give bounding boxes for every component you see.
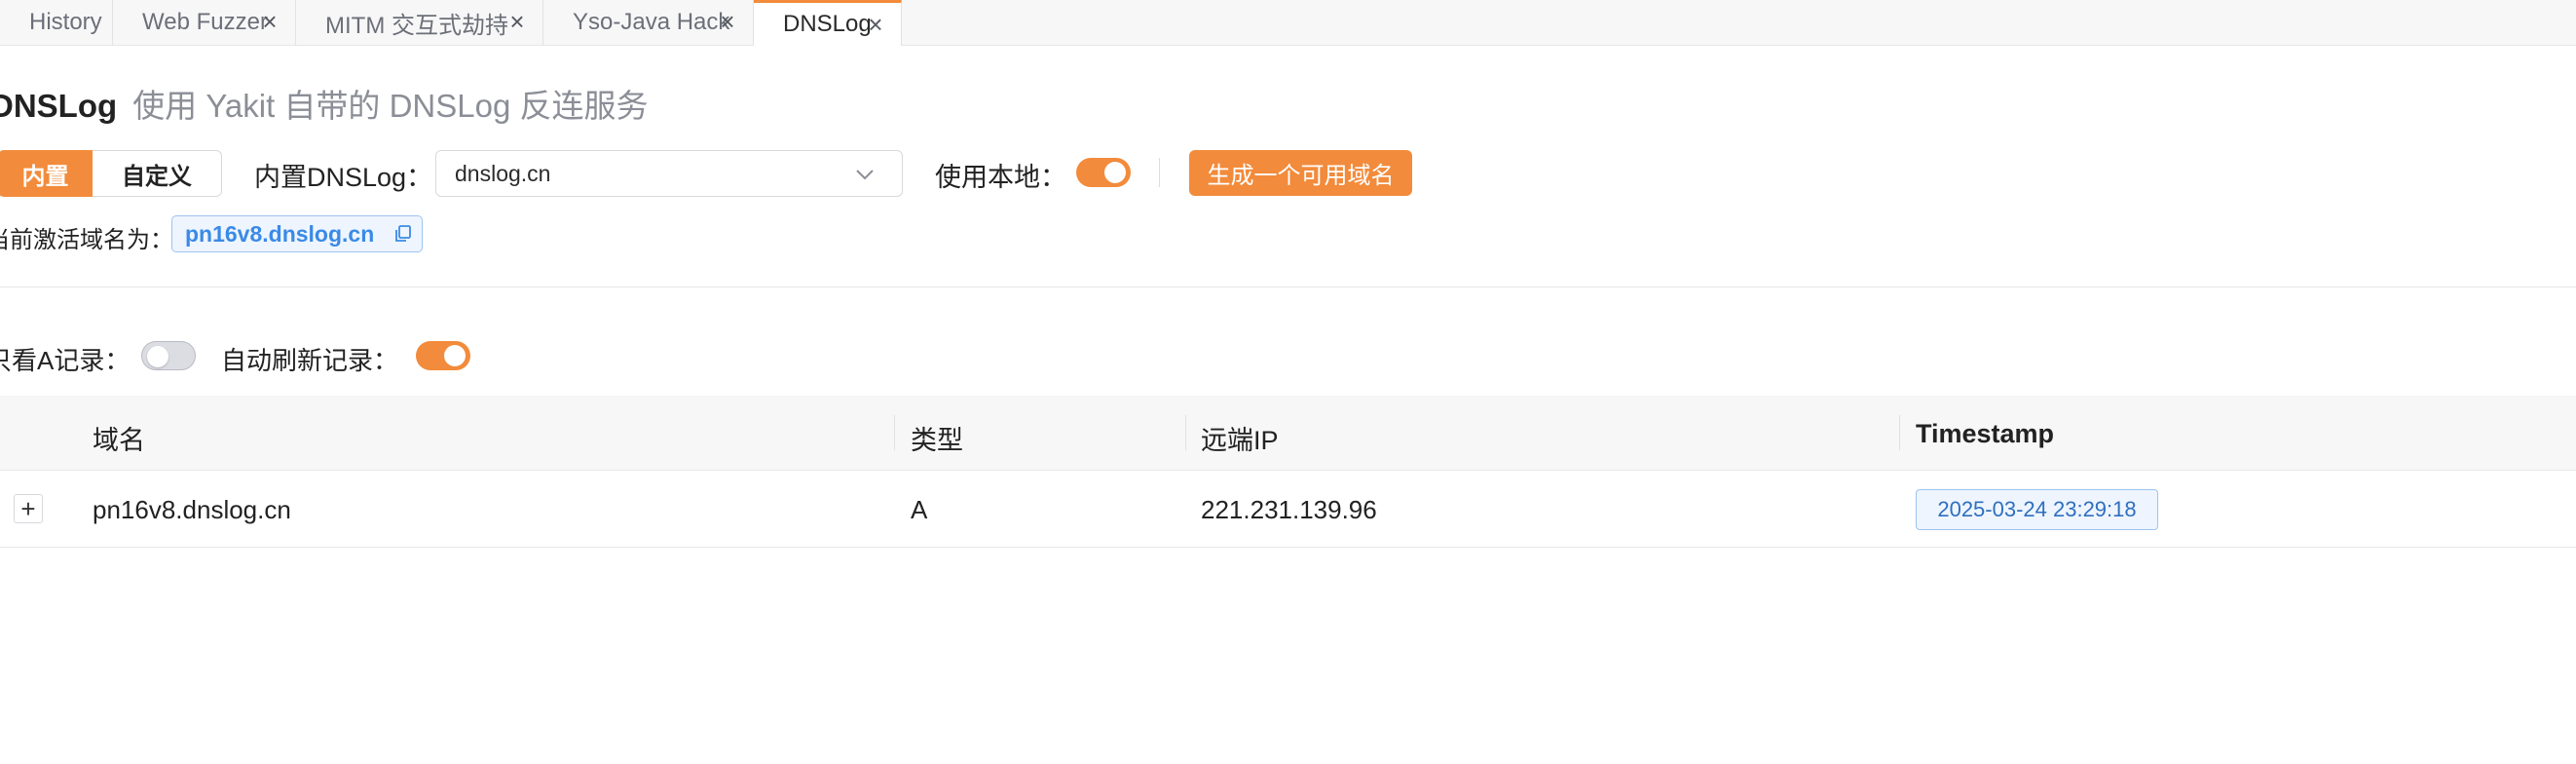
builtin-dnslog-label: 内置DNSLog： bbox=[254, 163, 433, 192]
cell-type: A bbox=[911, 495, 928, 524]
tab-history[interactable]: History bbox=[0, 0, 113, 45]
plus-icon[interactable]: + bbox=[14, 494, 43, 523]
chevron-down-icon bbox=[856, 170, 874, 180]
mode-builtin-button[interactable]: 内置 bbox=[0, 150, 93, 197]
only-a-record-label: 只看A记录： bbox=[0, 346, 131, 375]
close-icon[interactable]: × bbox=[864, 12, 887, 37]
tab-label: Web Fuzzer bbox=[142, 9, 268, 35]
tab-dnslog[interactable]: DNSLog × bbox=[754, 0, 902, 46]
builtin-dnslog-select[interactable]: dnslog.cn bbox=[435, 150, 903, 197]
column-header-domain: 域名 bbox=[93, 426, 145, 455]
generate-domain-button[interactable]: 生成一个可用域名 bbox=[1189, 150, 1412, 196]
tab-mitm[interactable]: MITM 交互式劫持 × bbox=[296, 0, 543, 45]
page-title-main: DNSLog bbox=[0, 88, 118, 124]
toggle-knob bbox=[1104, 162, 1126, 183]
column-separator bbox=[1899, 415, 1900, 450]
tab-yso-java-hack[interactable]: Yso-Java Hack × bbox=[543, 0, 754, 45]
close-icon[interactable]: × bbox=[716, 9, 739, 34]
column-separator bbox=[1185, 415, 1186, 450]
table-header: 域名 类型 远端IP Timestamp bbox=[0, 396, 2576, 471]
cell-domain: pn16v8.dnslog.cn bbox=[93, 495, 291, 524]
tab-label: MITM 交互式劫持 bbox=[325, 12, 508, 39]
table-row[interactable]: + pn16v8.dnslog.cn A 221.231.139.96 2025… bbox=[0, 471, 2576, 548]
tab-label: History bbox=[29, 9, 102, 35]
section-divider bbox=[0, 286, 2576, 287]
tab-web-fuzzer[interactable]: Web Fuzzer × bbox=[113, 0, 296, 45]
page-subtitle: 使用 Yakit 自带的 DNSLog 反连服务 bbox=[132, 88, 649, 124]
auto-refresh-toggle[interactable] bbox=[416, 341, 470, 370]
close-icon[interactable]: × bbox=[258, 9, 281, 34]
close-icon[interactable]: × bbox=[505, 9, 529, 34]
tab-label: Yso-Java Hack bbox=[573, 9, 730, 35]
toggle-knob bbox=[147, 346, 168, 367]
only-a-record-toggle[interactable] bbox=[141, 341, 196, 370]
toggle-knob bbox=[444, 345, 466, 366]
divider bbox=[1159, 158, 1160, 187]
column-header-timestamp: Timestamp bbox=[1916, 419, 2055, 448]
tab-label: DNSLog bbox=[783, 11, 872, 37]
builtin-dnslog-value: dnslog.cn bbox=[455, 160, 551, 186]
copy-icon[interactable] bbox=[393, 224, 413, 244]
auto-refresh-label: 自动刷新记录： bbox=[221, 346, 399, 375]
use-local-toggle[interactable] bbox=[1076, 158, 1131, 187]
active-domain-label: 当前激活域名为： bbox=[0, 227, 173, 253]
cell-timestamp: 2025-03-24 23:29:18 bbox=[1916, 489, 2158, 530]
column-header-type: 类型 bbox=[911, 426, 963, 455]
active-domain-tag: pn16v8.dnslog.cn bbox=[171, 215, 423, 252]
column-header-remote-ip: 远端IP bbox=[1201, 426, 1279, 455]
mode-custom-button[interactable]: 自定义 bbox=[93, 150, 222, 197]
column-separator bbox=[894, 415, 895, 450]
use-local-label: 使用本地： bbox=[935, 163, 1066, 192]
active-domain-value: pn16v8.dnslog.cn bbox=[185, 220, 375, 247]
page-title: DNSLog 使用 Yakit 自带的 DNSLog 反连服务 bbox=[0, 80, 648, 127]
tab-bar: History Web Fuzzer × MITM 交互式劫持 × Yso-Ja… bbox=[0, 0, 2576, 46]
cell-remote-ip: 221.231.139.96 bbox=[1201, 495, 1377, 524]
